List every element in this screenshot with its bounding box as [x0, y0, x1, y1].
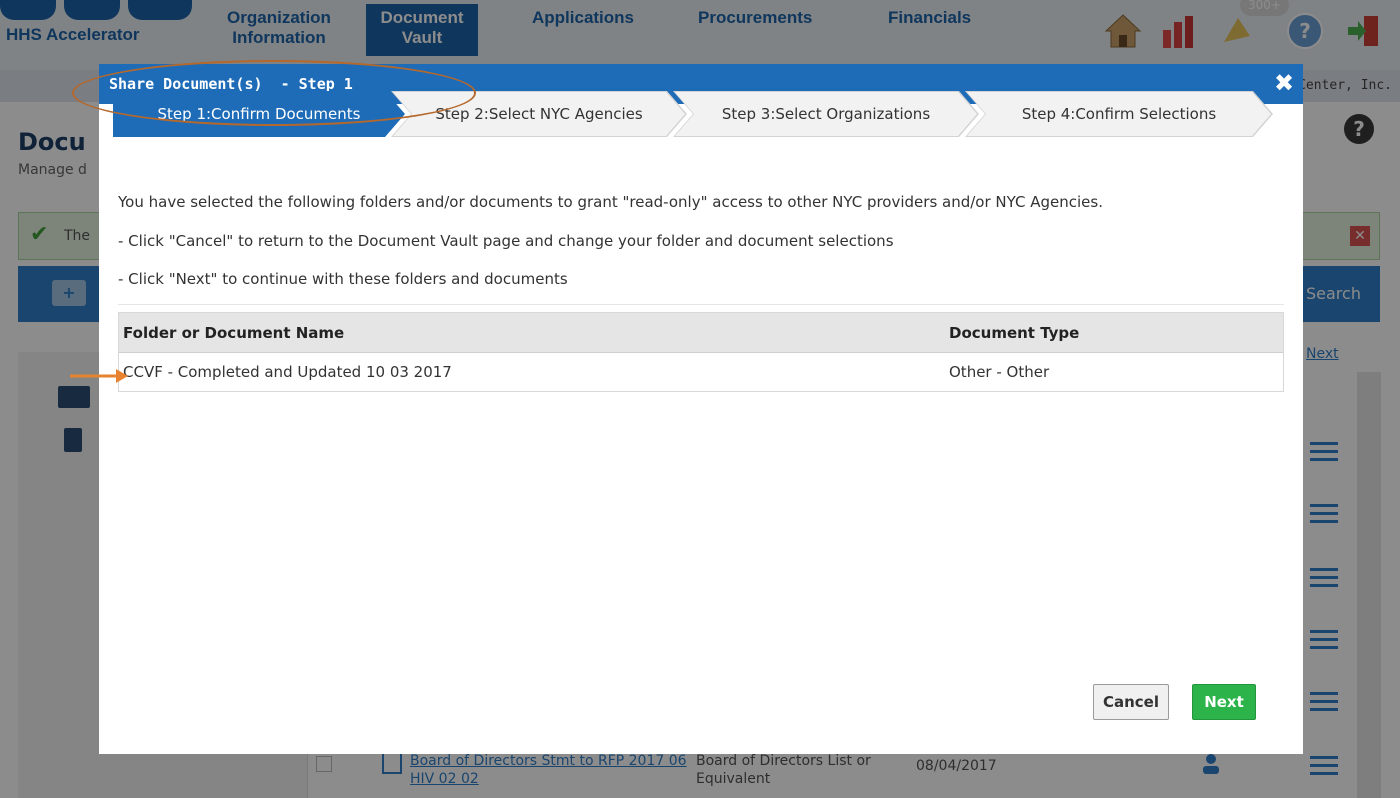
intro-text: You have selected the following folders …	[118, 193, 1103, 211]
header-name: Folder or Document Name	[123, 324, 345, 342]
wizard-step-confirm-selections[interactable]: Step 4:Confirm Selections	[965, 91, 1273, 137]
next-instruction: - Click "Next" to continue with these fo…	[118, 270, 568, 288]
cancel-button[interactable]: Cancel	[1093, 684, 1169, 720]
document-type-cell: Other - Other	[949, 363, 1050, 381]
annotation-ellipse	[72, 60, 476, 126]
table-row: CCVF - Completed and Updated 10 03 2017 …	[119, 353, 1283, 391]
next-button[interactable]: Next	[1192, 684, 1256, 720]
table-header: Folder or Document Name Document Type	[119, 313, 1283, 353]
selected-documents-table: Folder or Document Name Document Type CC…	[118, 312, 1284, 392]
annotation-arrow-icon	[70, 369, 128, 383]
document-name-cell: CCVF - Completed and Updated 10 03 2017	[123, 363, 452, 381]
share-documents-modal: Share Document(s) - Step 1 ✖ Step 1:Conf…	[99, 64, 1303, 754]
wizard-step-select-organizations[interactable]: Step 3:Select Organizations	[673, 91, 979, 137]
header-type: Document Type	[949, 324, 1080, 342]
cancel-instruction: - Click "Cancel" to return to the Docume…	[118, 232, 894, 250]
divider	[118, 304, 1284, 305]
